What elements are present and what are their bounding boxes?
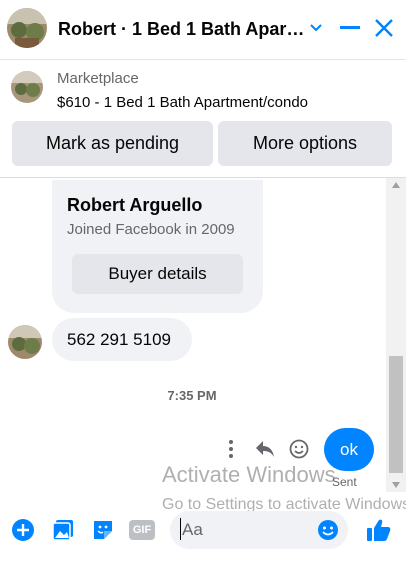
scroll-down-icon[interactable] [392, 482, 400, 488]
like-icon[interactable] [366, 517, 392, 543]
message-input-placeholder: Aa [182, 520, 203, 539]
avatar[interactable] [7, 8, 47, 48]
profile-name: Robert Arguello [67, 195, 203, 215]
divider [0, 177, 406, 178]
sender-avatar[interactable] [8, 325, 42, 359]
minimize-icon[interactable] [336, 14, 364, 42]
listing-title[interactable]: $610 - 1 Bed 1 Bath Apartment/condo [57, 94, 308, 111]
gif-label: GIF [132, 524, 152, 536]
message-bubble[interactable]: 562 291 5109 [52, 318, 192, 361]
reply-icon[interactable] [254, 438, 276, 460]
more-options-button[interactable]: More options [218, 121, 392, 166]
text-caret [180, 518, 181, 540]
listing-label: Marketplace [57, 70, 139, 87]
scroll-thumb[interactable] [389, 356, 403, 473]
chat-header: Robert · 1 Bed 1 Bath Apar… [0, 0, 406, 60]
activation-watermark-title: Activate Windows [162, 462, 336, 487]
more-vertical-icon[interactable] [224, 438, 238, 460]
sticker-icon[interactable] [90, 517, 116, 543]
listing-thumbnail[interactable] [11, 71, 43, 103]
profile-joined: Joined Facebook in 2009 [67, 221, 235, 238]
scroll-up-icon[interactable] [392, 182, 400, 188]
message-status: Sent [332, 475, 357, 489]
gif-icon[interactable]: GIF [128, 517, 156, 543]
react-emoji-icon[interactable] [288, 438, 310, 460]
photo-icon[interactable] [50, 517, 76, 543]
close-icon[interactable] [370, 14, 398, 42]
add-icon[interactable] [10, 517, 36, 543]
chat-title[interactable]: Robert · 1 Bed 1 Bath Apar… [58, 19, 304, 40]
chevron-down-icon[interactable] [302, 14, 330, 42]
scrollbar[interactable] [386, 178, 406, 492]
mark-as-pending-button[interactable]: Mark as pending [12, 121, 213, 166]
timestamp: 7:35 PM [167, 388, 217, 403]
buyer-details-button[interactable]: Buyer details [72, 254, 243, 294]
emoji-icon[interactable] [315, 517, 341, 543]
